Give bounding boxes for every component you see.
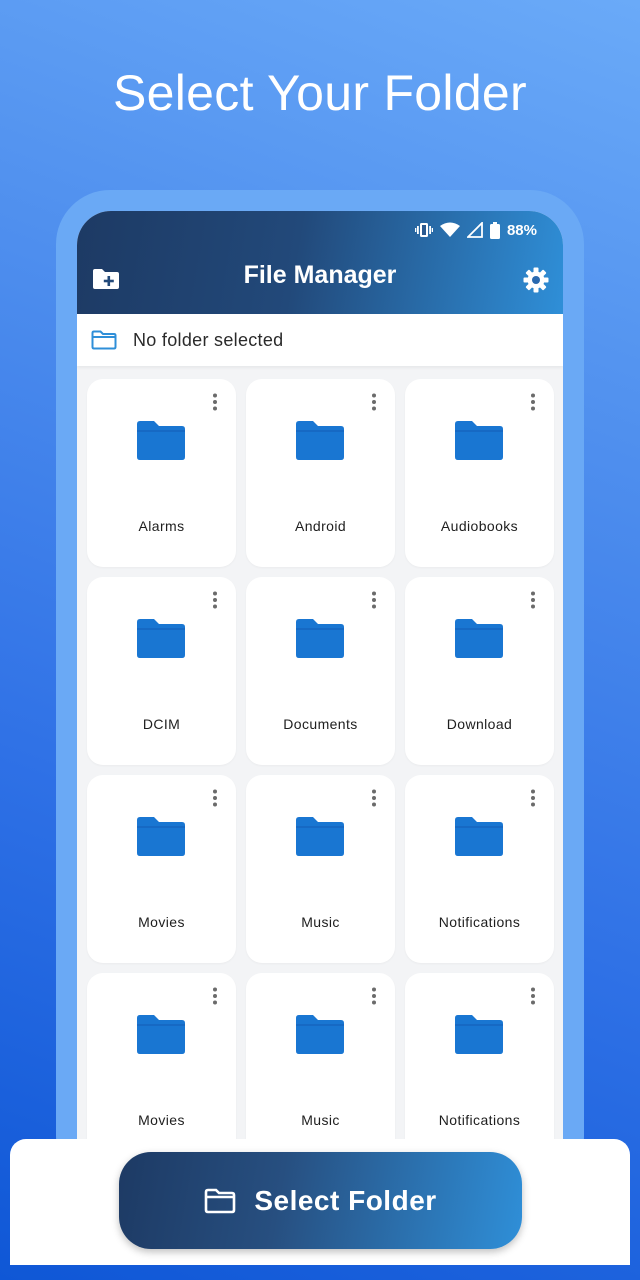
- folder-name: Movies: [138, 1112, 185, 1128]
- more-options-icon[interactable]: [211, 393, 219, 411]
- folder-card[interactable]: Movies: [87, 775, 236, 963]
- settings-gear-icon[interactable]: [523, 267, 549, 293]
- phone-screen: 88% File Manager No folder selected Alar…: [77, 211, 563, 1181]
- selected-folder-bar: No folder selected: [77, 314, 563, 366]
- more-options-icon[interactable]: [211, 987, 219, 1005]
- folder-card[interactable]: Notifications: [405, 973, 554, 1161]
- folder-name: Notifications: [438, 914, 521, 930]
- folder-name: Documents: [283, 716, 358, 732]
- folder-name: Alarms: [138, 518, 185, 534]
- app-bar-title: File Manager: [243, 261, 397, 289]
- folder-name: Download: [446, 716, 513, 732]
- folder-name: Notifications: [438, 1112, 521, 1128]
- more-options-icon[interactable]: [529, 987, 537, 1005]
- folder-card[interactable]: Music: [246, 973, 395, 1161]
- more-options-icon[interactable]: [370, 789, 378, 807]
- more-options-icon[interactable]: [529, 591, 537, 609]
- app-header: 88% File Manager: [77, 211, 563, 314]
- folder-icon: [455, 619, 503, 658]
- folder-card[interactable]: Notifications: [405, 775, 554, 963]
- folder-name: DCIM: [142, 716, 181, 732]
- more-options-icon[interactable]: [529, 789, 537, 807]
- more-options-icon[interactable]: [211, 789, 219, 807]
- folder-icon: [137, 1015, 185, 1054]
- folder-card[interactable]: Alarms: [87, 379, 236, 567]
- folder-icon: [137, 421, 185, 460]
- more-options-icon[interactable]: [529, 393, 537, 411]
- battery-icon: [489, 221, 500, 239]
- folder-outline-icon: [91, 330, 117, 350]
- page-headline: Select Your Folder: [113, 65, 527, 121]
- select-folder-button[interactable]: Select Folder: [119, 1152, 522, 1249]
- more-options-icon[interactable]: [211, 591, 219, 609]
- folder-card[interactable]: Audiobooks: [405, 379, 554, 567]
- wifi-icon: [439, 222, 460, 237]
- folder-card[interactable]: Music: [246, 775, 395, 963]
- folder-icon: [455, 421, 503, 460]
- folder-icon: [296, 817, 344, 856]
- select-folder-label: Select Folder: [254, 1184, 437, 1216]
- folder-name: Music: [301, 1112, 340, 1128]
- folder-outline-icon: [205, 1188, 236, 1213]
- folder-icon: [455, 1015, 503, 1054]
- folder-card[interactable]: Movies: [87, 973, 236, 1161]
- status-bar: 88%: [414, 219, 537, 241]
- folder-name: Audiobooks: [440, 518, 519, 534]
- folder-icon: [137, 817, 185, 856]
- more-options-icon[interactable]: [370, 591, 378, 609]
- folder-icon: [455, 817, 503, 856]
- folder-name: Android: [294, 518, 347, 534]
- more-options-icon[interactable]: [370, 987, 378, 1005]
- folder-card[interactable]: DCIM: [87, 577, 236, 765]
- vibrate-icon: [414, 223, 433, 237]
- signal-icon: [466, 222, 483, 238]
- folder-card[interactable]: Documents: [246, 577, 395, 765]
- folder-grid: Alarms Android Audiobooks DCIM Documents…: [87, 379, 554, 1161]
- folder-name: Music: [301, 914, 340, 930]
- folder-icon: [296, 421, 344, 460]
- folder-icon: [137, 619, 185, 658]
- folder-name: Movies: [138, 914, 185, 930]
- battery-percentage: 88%: [506, 221, 537, 239]
- folder-card[interactable]: Android: [246, 379, 395, 567]
- folder-card[interactable]: Download: [405, 577, 554, 765]
- selected-folder-text: No folder selected: [133, 329, 284, 350]
- more-options-icon[interactable]: [370, 393, 378, 411]
- folder-icon: [296, 1015, 344, 1054]
- folder-icon: [296, 619, 344, 658]
